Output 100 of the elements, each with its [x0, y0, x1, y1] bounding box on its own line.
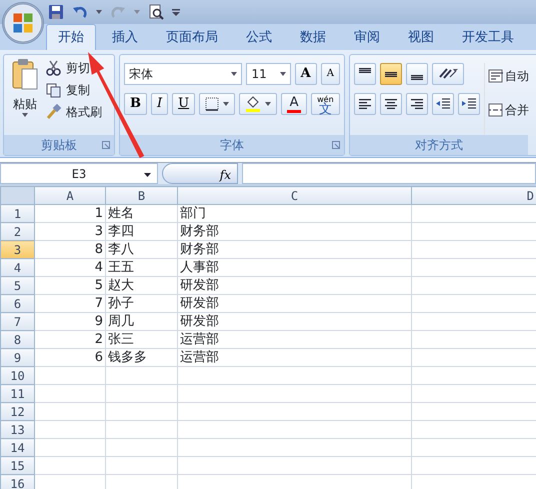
vertical-align-button[interactable] — [354, 63, 376, 85]
table-cell: 6 — [34, 348, 106, 366]
print-preview-icon[interactable] — [148, 4, 164, 20]
clipboard-icon — [12, 59, 38, 91]
table-cell: 王五 — [106, 258, 178, 276]
row-header[interactable]: 6 — [0, 294, 34, 312]
row-header[interactable]: 5 — [0, 276, 34, 294]
table-cell: 2 — [34, 330, 106, 348]
table-cell: 钱多多 — [106, 348, 178, 366]
table-cell: 李八 — [106, 240, 178, 258]
brush-icon — [46, 104, 62, 120]
merge-cells-button[interactable]: 合并 — [488, 101, 529, 119]
caret-icon — [223, 102, 230, 106]
ribbon-tab[interactable]: 插入 — [100, 24, 150, 50]
insert-function-button[interactable]: fx — [162, 163, 238, 184]
ribbon-tab[interactable]: 视图 — [396, 24, 446, 50]
caret-icon[interactable] — [96, 10, 102, 14]
row-header[interactable]: 13 — [0, 420, 34, 438]
column-header[interactable]: D — [412, 186, 536, 204]
horizontal-align-button[interactable] — [406, 93, 428, 115]
row-header[interactable]: 1 — [0, 204, 34, 222]
column-header[interactable]: A — [34, 186, 106, 204]
ribbon-tab[interactable]: 审阅 — [342, 24, 392, 50]
row-header[interactable]: 4 — [0, 258, 34, 276]
row-header[interactable]: 15 — [0, 456, 34, 474]
paste-button[interactable]: 粘贴 — [8, 59, 42, 135]
ribbon-tab[interactable]: 开发工具 — [450, 24, 526, 50]
table-cell: 研发部 — [178, 294, 412, 312]
borders-button[interactable] — [199, 93, 236, 115]
vertical-align-button[interactable] — [406, 63, 428, 85]
merge-cells-icon — [488, 103, 503, 117]
ribbon-tab[interactable]: 公式 — [234, 24, 284, 50]
font-name-dropdown[interactable]: 宋体 — [124, 63, 242, 85]
table-cell: 财务部 — [178, 240, 412, 258]
name-box[interactable]: E3 — [0, 163, 158, 184]
copy-icon — [46, 82, 62, 98]
table-cell: 部门 — [178, 204, 412, 222]
table-cell: 研发部 — [178, 312, 412, 330]
ribbon-tab[interactable]: 页面布局 — [154, 24, 230, 50]
ribbon-button[interactable]: 复制 — [46, 81, 102, 99]
row-header[interactable]: 3 — [0, 240, 34, 258]
phonetic-button[interactable]: wén 文 — [311, 93, 340, 115]
table-cell: 9 — [34, 312, 106, 330]
column-header[interactable]: B — [106, 186, 178, 204]
table-cell: 1 — [34, 204, 106, 222]
row-header[interactable]: 14 — [0, 438, 34, 456]
caret-icon — [22, 113, 28, 117]
row-header[interactable]: 8 — [0, 330, 34, 348]
group-title: 剪贴板 — [41, 137, 77, 154]
row-header[interactable]: 12 — [0, 402, 34, 420]
table-cell: 运营部 — [178, 330, 412, 348]
dialog-launcher-icon[interactable] — [332, 141, 340, 149]
row-header[interactable]: 7 — [0, 312, 34, 330]
customize-caret-icon[interactable] — [172, 8, 180, 16]
vertical-align-button[interactable] — [380, 63, 402, 85]
shrink-font-button[interactable]: A — [320, 63, 340, 85]
column-header[interactable]: C — [178, 186, 412, 204]
table-cell: 7 — [34, 294, 106, 312]
wrap-text-button[interactable]: 自动 — [488, 67, 529, 85]
caret-icon — [265, 102, 272, 106]
caret-icon — [231, 72, 238, 76]
undo-icon[interactable] — [72, 4, 88, 20]
font-style-button[interactable]: U — [172, 93, 196, 115]
align-lines-icon — [411, 75, 423, 80]
horizontal-align-button[interactable] — [380, 93, 402, 115]
scissors-icon — [46, 60, 62, 76]
fill-color-button[interactable] — [239, 93, 278, 115]
horizontal-align-button[interactable] — [354, 93, 376, 115]
align-lines-icon — [359, 68, 371, 73]
font-color-button[interactable]: A — [281, 93, 308, 115]
formula-input[interactable] — [242, 163, 536, 184]
ribbon-button[interactable]: 格式刷 — [46, 103, 102, 121]
row-header[interactable]: 11 — [0, 384, 34, 402]
table-cell: 研发部 — [178, 276, 412, 294]
indent-button[interactable] — [458, 93, 480, 115]
ribbon-tab[interactable]: 数据 — [288, 24, 338, 50]
dialog-launcher-icon[interactable] — [102, 141, 110, 149]
row-header[interactable]: 2 — [0, 222, 34, 240]
ribbon-button[interactable]: 剪切 — [46, 59, 102, 77]
table-cell: 李四 — [106, 222, 178, 240]
caret-icon — [144, 173, 151, 177]
row-header[interactable]: 16 — [0, 474, 34, 489]
font-size-dropdown[interactable]: 11 — [246, 63, 291, 85]
group-title: 对齐方式 — [350, 135, 528, 155]
table-cell: 财务部 — [178, 222, 412, 240]
paint-bucket-icon — [245, 96, 262, 112]
indent-button[interactable] — [432, 93, 454, 115]
save-icon[interactable] — [48, 4, 64, 20]
row-header[interactable]: 10 — [0, 366, 34, 384]
table-cell: 3 — [34, 222, 106, 240]
table-cell: 姓名 — [106, 204, 178, 222]
grow-font-button[interactable]: A — [294, 63, 317, 85]
orientation-button[interactable] — [432, 63, 464, 85]
border-icon — [205, 97, 220, 111]
table-cell: 周几 — [106, 312, 178, 330]
font-style-button[interactable]: I — [151, 93, 168, 115]
wrap-text-icon — [488, 69, 503, 83]
row-header[interactable]: 9 — [0, 348, 34, 366]
font-style-button[interactable]: B — [124, 93, 147, 115]
ribbon-tab[interactable]: 开始 — [46, 24, 96, 50]
